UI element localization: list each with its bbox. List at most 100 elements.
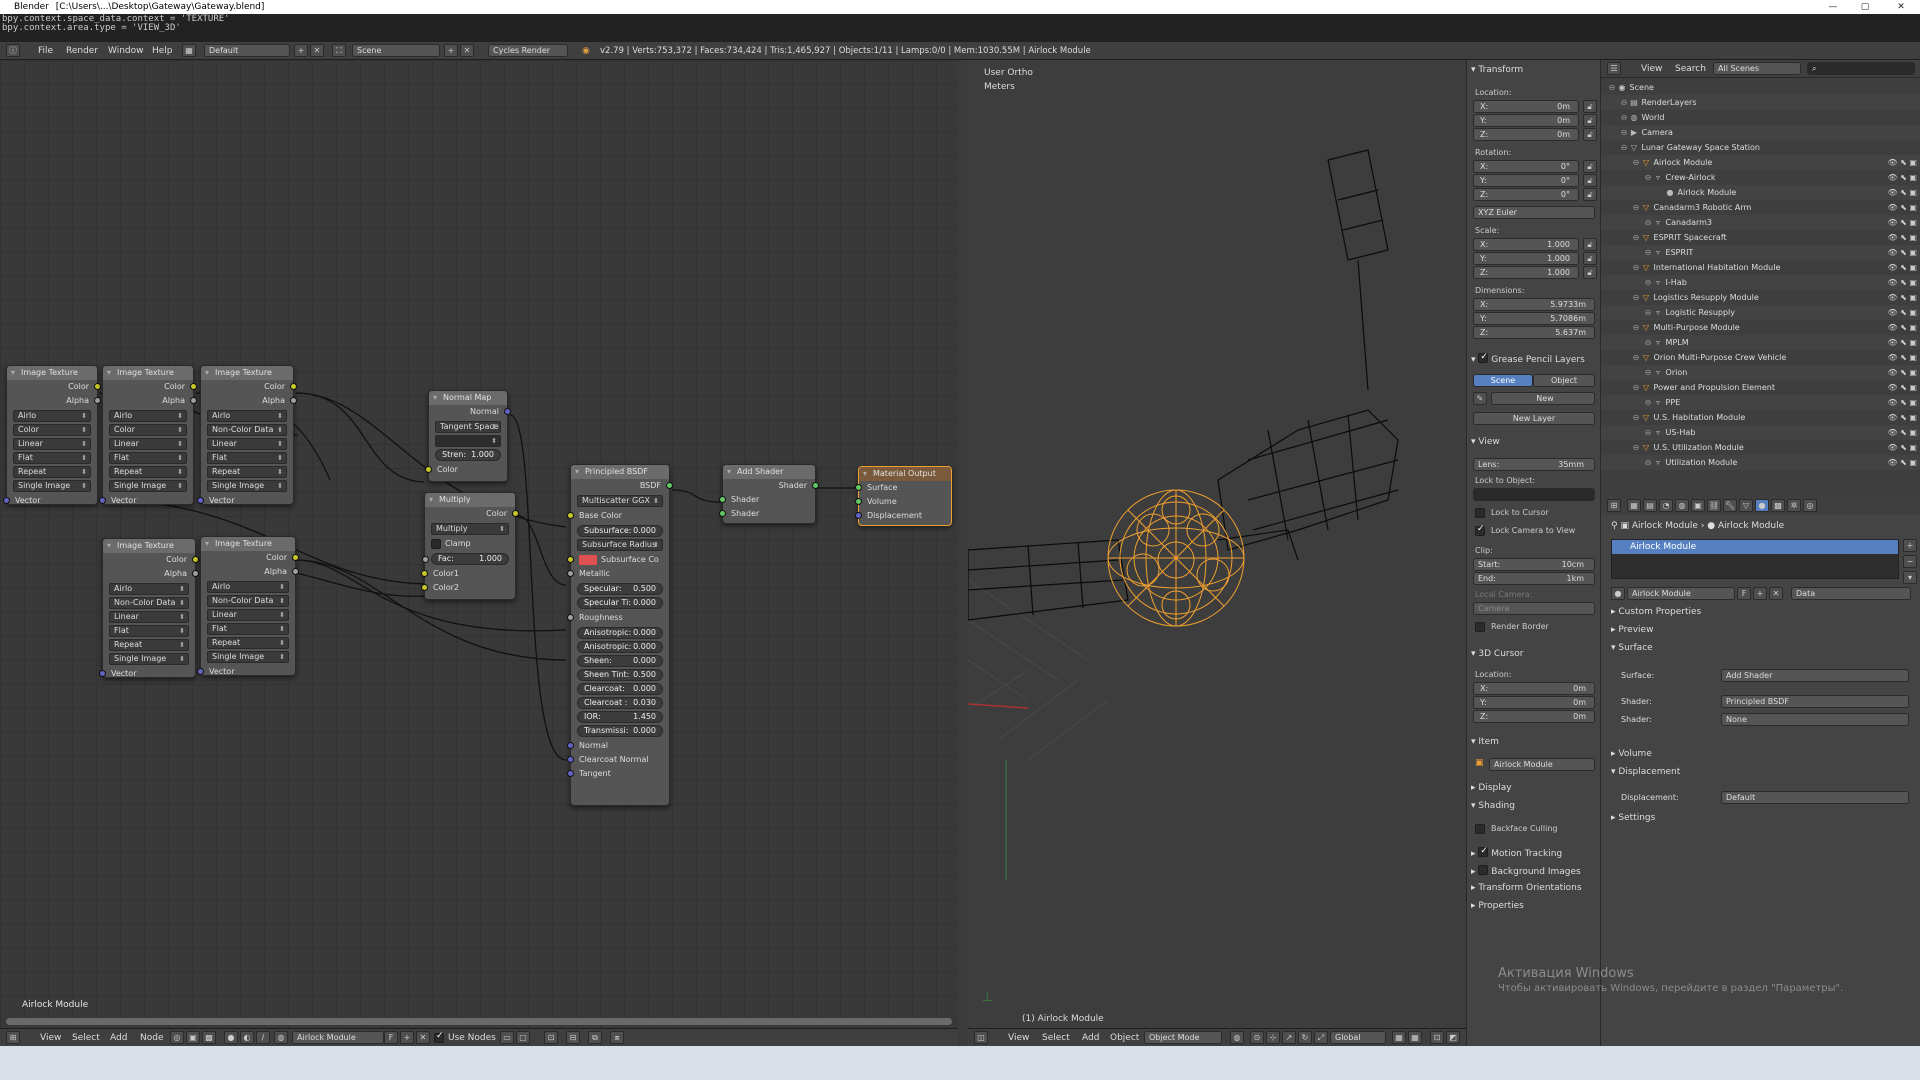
snap-icon[interactable]: ⊡	[1430, 1031, 1444, 1044]
editor-type-icon[interactable]: ◫	[974, 1031, 988, 1044]
expand-arrow-icon[interactable]: ⊖	[1643, 335, 1653, 350]
remove-layout-icon[interactable]: ✕	[310, 44, 324, 57]
interpolation-select[interactable]: Linear	[13, 438, 91, 450]
rotation-x-field[interactable]: X: 0°	[1473, 160, 1579, 173]
visibility-icons[interactable]: 👁︎ ⬉ ▣	[1887, 320, 1917, 335]
extension-select[interactable]: Repeat	[109, 466, 187, 478]
fake-user-button[interactable]: F	[384, 1031, 398, 1044]
material-name-field[interactable]: Airlock Module	[1627, 587, 1735, 600]
image-select[interactable]: Airlo	[207, 581, 289, 593]
image-texture-node[interactable]: Image Texture Color Alpha Airlo Non-Colo…	[197, 365, 297, 505]
expand-arrow-icon[interactable]: ⊖	[1631, 320, 1641, 335]
data-tab-icon[interactable]: ▽	[1739, 499, 1753, 512]
menu-search[interactable]: Search	[1675, 62, 1706, 76]
clip-end-field[interactable]: End: 1km	[1473, 572, 1595, 585]
remove-slot-icon[interactable]: −	[1903, 555, 1917, 568]
dimension-y-field[interactable]: Y: 5.7086m	[1473, 312, 1595, 325]
outliner-row[interactable]: ⊖ ▿ PPE 👁︎ ⬉ ▣	[1601, 395, 1920, 410]
cursor-z-field[interactable]: Z: 0m	[1473, 710, 1595, 723]
snap-mode-icon[interactable]: ⊟	[566, 1031, 580, 1044]
paste-icon[interactable]: ⧈	[610, 1031, 624, 1044]
add-material-icon[interactable]: +	[1753, 587, 1767, 600]
dimension-z-field[interactable]: Z: 5.637m	[1473, 326, 1595, 339]
outliner-row[interactable]: ⊖ ▿ Orion 👁︎ ⬉ ▣	[1601, 365, 1920, 380]
lock-icon[interactable]: 🔓︎	[1583, 128, 1597, 141]
expand-arrow-icon[interactable]: ⊖	[1643, 245, 1653, 260]
location-z-field[interactable]: Z: 0m	[1473, 128, 1579, 141]
maximize-button[interactable]: ▢	[1850, 0, 1880, 14]
image-select[interactable]: Airlo	[207, 410, 287, 422]
expand-arrow-icon[interactable]: ⊖	[1619, 125, 1629, 140]
shader1-select[interactable]: Principled BSDF	[1721, 695, 1909, 708]
layout-icon[interactable]: ▦	[182, 44, 196, 57]
outliner-row[interactable]: ● Airlock Module 👁︎ ⬉ ▣	[1601, 185, 1920, 200]
uv-map-field[interactable]	[435, 435, 501, 447]
visibility-icons[interactable]: 👁︎ ⬉ ▣	[1887, 230, 1917, 245]
expand-arrow-icon[interactable]: ⊖	[1643, 455, 1653, 470]
displacement-panel-header[interactable]: ▾ Displacement	[1611, 767, 1680, 777]
visibility-icons[interactable]: 👁︎ ⬉ ▣	[1887, 410, 1917, 425]
interpolation-select[interactable]: Linear	[207, 609, 289, 621]
constraints-tab-icon[interactable]: ⛓	[1707, 499, 1721, 512]
expand-arrow-icon[interactable]: ⊖	[1631, 200, 1641, 215]
outliner-row[interactable]: ⊖ ▽ International Habitation Module 👁︎ ⬉ ▣	[1601, 260, 1920, 275]
volume-panel-header[interactable]: ▸ Volume	[1611, 749, 1652, 759]
pivot-icon[interactable]: ⊙	[1250, 1031, 1264, 1044]
item-name-field[interactable]: Airlock Module	[1489, 758, 1595, 771]
expand-arrow-icon[interactable]: ⊖	[1619, 140, 1629, 155]
outliner-row[interactable]: ⊖ ▽ Orion Multi-Purpose Crew Vehicle 👁︎ ⬉ …	[1601, 350, 1920, 365]
lock-camera-checkbox[interactable]	[1475, 524, 1485, 536]
backdrop-icon[interactable]: ▭	[500, 1031, 514, 1044]
visibility-icons[interactable]: 👁︎ ⬉ ▣	[1887, 260, 1917, 275]
shader2-select[interactable]: None	[1721, 713, 1909, 726]
visibility-icons[interactable]: 👁︎ ⬉ ▣	[1887, 365, 1917, 380]
expand-arrow-icon[interactable]: ⊖	[1607, 80, 1617, 95]
scale-y-field[interactable]: Y: 1.000	[1473, 252, 1579, 265]
lock-cursor-checkbox[interactable]	[1475, 508, 1485, 518]
scale-z-field[interactable]: Z: 1.000	[1473, 266, 1579, 279]
display-panel-header[interactable]: ▸ Display	[1471, 782, 1512, 794]
specular-tint-field[interactable]: Specular Ti: 0.000	[577, 597, 663, 609]
material-output-node[interactable]: Material Output Surface Volume Displacem…	[855, 466, 952, 526]
menu-add[interactable]: Add	[110, 1031, 127, 1045]
item-panel-header[interactable]: ▾ Item	[1471, 736, 1499, 748]
visibility-icons[interactable]: 👁︎ ⬉ ▣	[1887, 425, 1917, 440]
anisotropic-rotation-field[interactable]: Anisotropic: 0.000	[577, 641, 663, 653]
editor-type-icon[interactable]: ⊞	[6, 1031, 20, 1044]
specular-field[interactable]: Specular: 0.500	[577, 583, 663, 595]
outliner-row[interactable]: ⊖ ▽ Canadarm3 Robotic Arm 👁︎ ⬉ ▣	[1601, 200, 1920, 215]
lock-object-field[interactable]	[1473, 488, 1595, 501]
pencil-icon[interactable]: ✎	[1473, 392, 1487, 405]
colorspace-select[interactable]: Color	[13, 424, 91, 436]
add-shader-node[interactable]: Add Shader Shader Shader Shader	[719, 464, 819, 524]
texture-tab-icon[interactable]: ▩	[1771, 499, 1785, 512]
render-tab-icon[interactable]: ▦	[1627, 499, 1641, 512]
use-nodes-checkbox[interactable]	[434, 1031, 444, 1043]
close-button[interactable]: ✕	[1886, 0, 1916, 14]
anisotropic-field[interactable]: Anisotropic: 0.000	[577, 627, 663, 639]
colorspace-select[interactable]: Non-Color Data	[109, 597, 189, 609]
visibility-icons[interactable]: 👁︎ ⬉ ▣	[1887, 380, 1917, 395]
backface-culling-checkbox[interactable]	[1475, 824, 1485, 834]
render-border-checkbox[interactable]	[1475, 622, 1485, 632]
blend-mode-select[interactable]: Multiply	[431, 523, 509, 535]
colorspace-select[interactable]: Color	[109, 424, 187, 436]
transform-orientations-panel-header[interactable]: ▸ Transform Orientations	[1471, 882, 1582, 894]
remove-scene-icon[interactable]: ✕	[460, 44, 474, 57]
clamp-checkbox[interactable]: Clamp	[425, 537, 515, 551]
outliner-row[interactable]: ⊖ ▶ Camera	[1601, 125, 1920, 140]
manipulator-icon[interactable]: ⊹	[1266, 1031, 1280, 1044]
outliner-row[interactable]: ⊖ ▽ U.S. Utilization Module 👁︎ ⬉ ▣	[1601, 440, 1920, 455]
add-scene-icon[interactable]: +	[444, 44, 458, 57]
material-field[interactable]: Airlock Module	[292, 1031, 384, 1044]
particles-tab-icon[interactable]: ✲	[1787, 499, 1801, 512]
visibility-icons[interactable]: 👁︎ ⬉ ▣	[1887, 200, 1917, 215]
expand-arrow-icon[interactable]: ⊖	[1643, 170, 1653, 185]
outliner-row[interactable]: ⊖ ▿ US-Hab 👁︎ ⬉ ▣	[1601, 425, 1920, 440]
outliner-row[interactable]: ⊖ ▽ Airlock Module 👁︎ ⬉ ▣	[1601, 155, 1920, 170]
extension-select[interactable]: Repeat	[207, 637, 289, 649]
expand-arrow-icon[interactable]: ⊖	[1643, 215, 1653, 230]
menu-node[interactable]: Node	[140, 1031, 164, 1045]
outliner-row[interactable]: ⊖ ◍ World	[1601, 110, 1920, 125]
modifiers-tab-icon[interactable]: 🔧︎	[1723, 499, 1737, 512]
